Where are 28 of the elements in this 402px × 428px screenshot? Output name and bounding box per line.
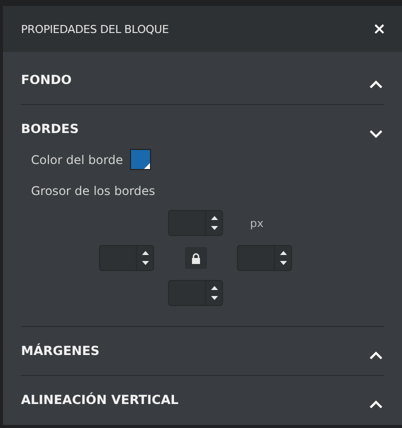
- chevron-up-icon[interactable]: [369, 80, 383, 90]
- number-field[interactable]: [99, 245, 154, 271]
- lock-icon: [190, 252, 200, 264]
- chevron-up-icon[interactable]: [369, 351, 383, 361]
- section-title[interactable]: ALINEACIÓN VERTICAL: [21, 392, 178, 410]
- down-arrow-icon: [140, 260, 150, 266]
- up-arrow-icon: [140, 250, 150, 256]
- lock-button[interactable]: [184, 247, 206, 269]
- chevron-up-icon[interactable]: [369, 400, 383, 410]
- number-field[interactable]: [168, 280, 223, 306]
- down-arrow-icon: [210, 295, 218, 301]
- up-arrow-icon: [210, 285, 218, 291]
- section-title[interactable]: FONDO: [21, 72, 72, 90]
- chevron-down-icon[interactable]: [369, 129, 383, 139]
- close-button[interactable]: ×: [370, 21, 388, 37]
- up-arrow-icon: [210, 215, 218, 221]
- panel-title: PROPIEDADES DEL BLOQUE: [21, 22, 169, 36]
- unit-label: px: [250, 216, 264, 230]
- down-arrow-icon: [210, 225, 218, 231]
- down-arrow-icon: [278, 260, 288, 266]
- number-field[interactable]: [168, 210, 223, 236]
- field-label: Color del borde: [31, 152, 123, 168]
- number-field[interactable]: [237, 245, 292, 271]
- section-title[interactable]: BORDES: [21, 121, 79, 139]
- color-swatch[interactable]: [130, 149, 151, 170]
- up-arrow-icon: [278, 250, 288, 256]
- section-title[interactable]: MÁRGENES: [21, 343, 100, 361]
- field-label: Grosor de los bordes: [31, 183, 156, 199]
